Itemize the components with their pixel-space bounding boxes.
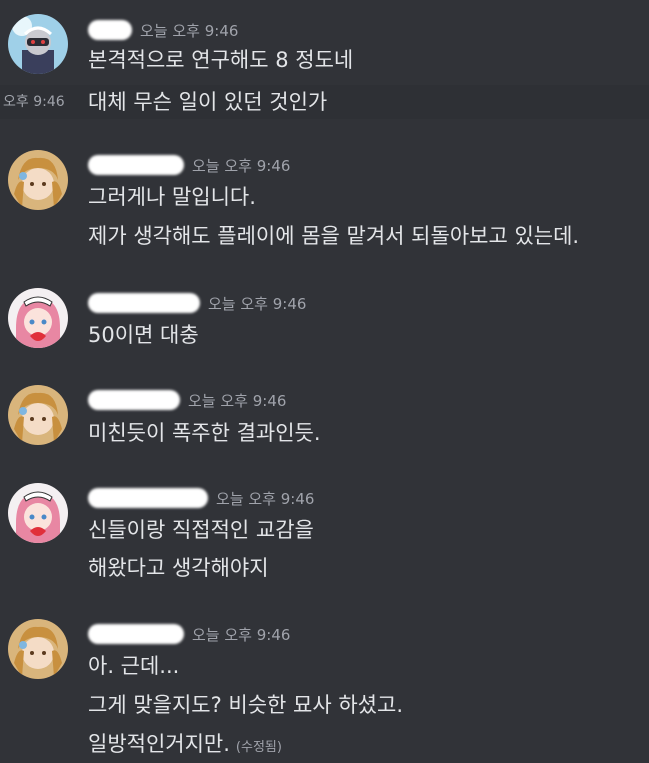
message-header: 오늘 오후 9:46: [88, 622, 290, 646]
hover-timestamp: 오후 9:46: [3, 94, 65, 110]
message-text: 본격적으로 연구해도 8 정도네: [88, 48, 354, 72]
avatar-pink-hair-maid-character-icon: [8, 483, 68, 543]
avatar-blonde-character-icon: [8, 150, 68, 210]
message-text-with-edited: 일방적인거지만. (수정됨): [88, 729, 282, 763]
message-text: 미친듯이 폭주한 결과인듯.: [88, 421, 321, 445]
timestamp: 오늘 오후 9:46: [188, 391, 287, 410]
timestamp: 오늘 오후 9:46: [140, 21, 239, 40]
timestamp: 오늘 오후 9:46: [192, 625, 291, 644]
message-text: 50이면 대충: [88, 323, 199, 347]
avatar[interactable]: [8, 619, 68, 679]
redacted-username[interactable]: [88, 488, 208, 508]
message-header: 오늘 오후 9:46: [88, 291, 306, 315]
redacted-username[interactable]: [88, 390, 180, 410]
avatar[interactable]: [8, 14, 68, 74]
edited-label: (수정됨): [235, 740, 282, 755]
timestamp: 오늘 오후 9:46: [192, 156, 291, 175]
avatar[interactable]: [8, 288, 68, 348]
message-text: 대체 무슨 일이 있던 것인가: [88, 90, 328, 114]
hovered-message-row[interactable]: 오후 9:46 대체 무슨 일이 있던 것인가: [0, 85, 649, 119]
avatar[interactable]: [8, 385, 68, 445]
avatar[interactable]: [8, 150, 68, 210]
message-text: 일방적인거지만.: [88, 732, 230, 756]
message-text: 그러게나 말입니다.: [88, 185, 256, 209]
avatar-pink-hair-maid-character-icon: [8, 288, 68, 348]
redacted-username[interactable]: [88, 624, 184, 644]
timestamp: 오늘 오후 9:46: [208, 294, 307, 313]
chat-message-list: 오늘 오후 9:46 본격적으로 연구해도 8 정도네 오후 9:46 대체 무…: [0, 0, 649, 763]
avatar-blonde-character-icon: [8, 619, 68, 679]
redacted-username[interactable]: [88, 293, 200, 313]
message-header: 오늘 오후 9:46: [88, 486, 314, 510]
message-text: 신들이랑 직접적인 교감을: [88, 518, 314, 542]
redacted-username[interactable]: [88, 155, 184, 175]
message-header: 오늘 오후 9:46: [88, 153, 290, 177]
message-header: 오늘 오후 9:46: [88, 18, 238, 42]
message-text: 그게 맞을지도? 비슷한 묘사 하셨고.: [88, 693, 404, 717]
avatar-masked-figure-icon: [8, 14, 68, 74]
message-text: 제가 생각해도 플레이에 몸을 맡겨서 되돌아보고 있는데.: [88, 224, 580, 248]
avatar[interactable]: [8, 483, 68, 543]
redacted-username[interactable]: [88, 20, 132, 40]
avatar-blonde-character-icon: [8, 385, 68, 445]
message-text: 아. 근데...: [88, 654, 180, 678]
message-header: 오늘 오후 9:46: [88, 388, 286, 412]
timestamp: 오늘 오후 9:46: [216, 489, 315, 508]
message-text: 해왔다고 생각해야지: [88, 556, 269, 580]
